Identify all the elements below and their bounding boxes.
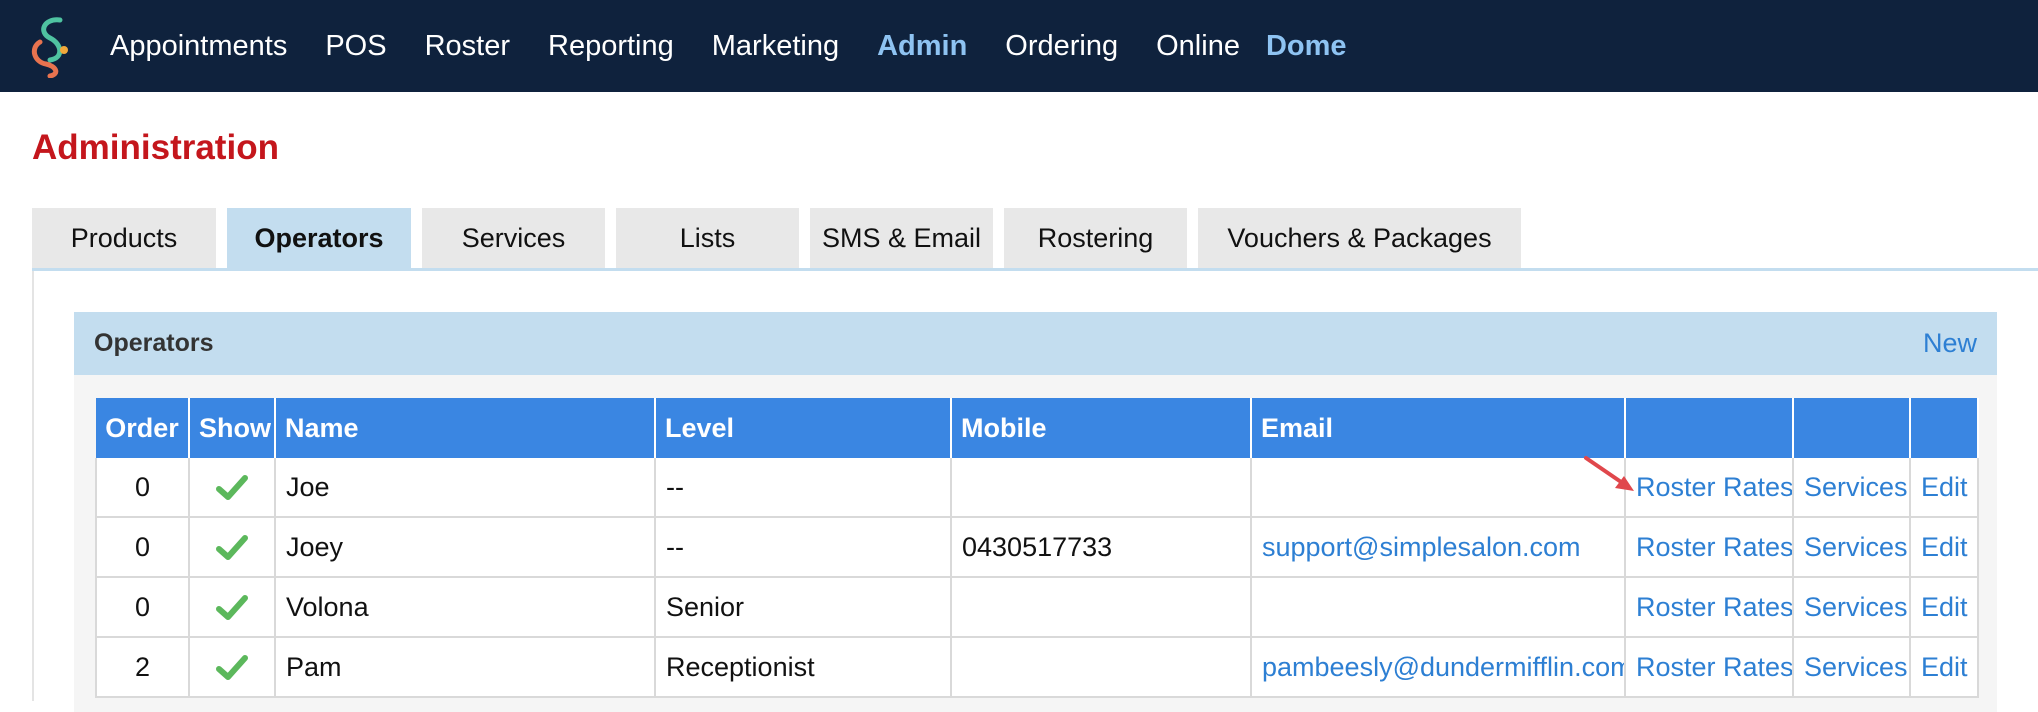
tab-vouchers-packages[interactable]: Vouchers & Packages bbox=[1198, 208, 1521, 268]
header-mobile[interactable]: Mobile bbox=[951, 398, 1252, 458]
cell-mobile bbox=[951, 577, 1252, 638]
edit-link[interactable]: Edit bbox=[1910, 637, 1979, 698]
nav-marketing[interactable]: Marketing bbox=[712, 30, 839, 63]
tab-products[interactable]: Products bbox=[32, 208, 216, 268]
operators-table: Order Show Name Level Mobile Email 0 Joe… bbox=[95, 398, 1979, 698]
header-services bbox=[1793, 398, 1911, 458]
tab-services[interactable]: Services bbox=[422, 208, 605, 268]
nav-appointments[interactable]: Appointments bbox=[110, 30, 287, 63]
cell-mobile bbox=[951, 458, 1252, 518]
page-title: Administration bbox=[32, 128, 279, 167]
cell-name: Volona bbox=[275, 577, 656, 638]
cell-email[interactable] bbox=[1251, 577, 1626, 638]
cell-email[interactable]: support@simplesalon.com bbox=[1251, 517, 1626, 578]
nav-reporting[interactable]: Reporting bbox=[548, 30, 674, 63]
tab-lists[interactable]: Lists bbox=[616, 208, 799, 268]
roster-rates-link[interactable]: Roster Rates bbox=[1625, 577, 1794, 638]
cell-email[interactable]: pambeesly@dundermifflin.com bbox=[1251, 637, 1626, 698]
header-roster-rates bbox=[1625, 398, 1794, 458]
services-link[interactable]: Services bbox=[1793, 517, 1911, 578]
nav-ordering[interactable]: Ordering bbox=[1005, 30, 1118, 63]
check-icon bbox=[216, 655, 248, 681]
services-link[interactable]: Services bbox=[1793, 637, 1911, 698]
table-row: 0 Joe -- Roster Rates Services Edit bbox=[95, 458, 1979, 518]
nav-roster[interactable]: Roster bbox=[425, 30, 510, 63]
cell-order: 0 bbox=[95, 517, 190, 578]
header-show[interactable]: Show bbox=[189, 398, 276, 458]
header-edit bbox=[1910, 398, 1979, 458]
cell-name: Joey bbox=[275, 517, 656, 578]
services-link[interactable]: Services bbox=[1793, 577, 1911, 638]
nav-admin[interactable]: Admin bbox=[877, 30, 967, 63]
roster-rates-link[interactable]: Roster Rates bbox=[1625, 458, 1794, 518]
table-header-row: Order Show Name Level Mobile Email bbox=[96, 398, 1979, 458]
header-level[interactable]: Level bbox=[655, 398, 952, 458]
check-icon bbox=[216, 475, 248, 501]
nav-pos[interactable]: POS bbox=[325, 30, 386, 63]
cell-order: 2 bbox=[95, 637, 190, 698]
check-icon bbox=[216, 595, 248, 621]
nav-account-dome[interactable]: Dome bbox=[1266, 30, 1347, 63]
cell-show[interactable] bbox=[189, 458, 276, 518]
simple-salon-logo-icon[interactable] bbox=[26, 14, 78, 78]
cell-mobile bbox=[951, 637, 1252, 698]
edit-link[interactable]: Edit bbox=[1910, 577, 1979, 638]
cell-level: Receptionist bbox=[655, 637, 952, 698]
cell-level: -- bbox=[655, 517, 952, 578]
operators-panel-header: Operators New bbox=[74, 312, 1997, 375]
top-navigation-bar: Appointments POS Roster Reporting Market… bbox=[0, 0, 2038, 92]
services-link[interactable]: Services bbox=[1793, 458, 1911, 518]
roster-rates-link[interactable]: Roster Rates bbox=[1625, 637, 1794, 698]
cell-show[interactable] bbox=[189, 517, 276, 578]
cell-mobile: 0430517733 bbox=[951, 517, 1252, 578]
cell-name: Pam bbox=[275, 637, 656, 698]
cell-name: Joe bbox=[275, 458, 656, 518]
cell-order: 0 bbox=[95, 458, 190, 518]
cell-show[interactable] bbox=[189, 637, 276, 698]
cell-show[interactable] bbox=[189, 577, 276, 638]
cell-level: Senior bbox=[655, 577, 952, 638]
tab-sms-email[interactable]: SMS & Email bbox=[810, 208, 993, 268]
header-name[interactable]: Name bbox=[275, 398, 656, 458]
admin-tabs: Products Operators Services Lists SMS & … bbox=[32, 208, 1532, 268]
table-row: 0 Joey -- 0430517733 support@simplesalon… bbox=[95, 517, 1979, 578]
new-operator-link[interactable]: New bbox=[1923, 328, 1977, 359]
edit-link[interactable]: Edit bbox=[1910, 517, 1979, 578]
panel-title: Operators bbox=[94, 329, 214, 357]
nav-online[interactable]: Online bbox=[1156, 30, 1240, 63]
table-row: 2 Pam Receptionist pambeesly@dundermiffl… bbox=[95, 637, 1979, 698]
roster-rates-link[interactable]: Roster Rates bbox=[1625, 517, 1794, 578]
header-order[interactable]: Order bbox=[96, 398, 190, 458]
cell-email[interactable] bbox=[1251, 458, 1626, 518]
annotation-arrow-icon bbox=[1584, 456, 1634, 491]
tab-rostering[interactable]: Rostering bbox=[1004, 208, 1187, 268]
tab-operators[interactable]: Operators bbox=[227, 208, 411, 268]
header-email[interactable]: Email bbox=[1251, 398, 1626, 458]
cell-level: -- bbox=[655, 458, 952, 518]
edit-link[interactable]: Edit bbox=[1910, 458, 1979, 518]
cell-order: 0 bbox=[95, 577, 190, 638]
check-icon bbox=[216, 535, 248, 561]
table-row: 0 Volona Senior Roster Rates Services Ed… bbox=[95, 577, 1979, 638]
